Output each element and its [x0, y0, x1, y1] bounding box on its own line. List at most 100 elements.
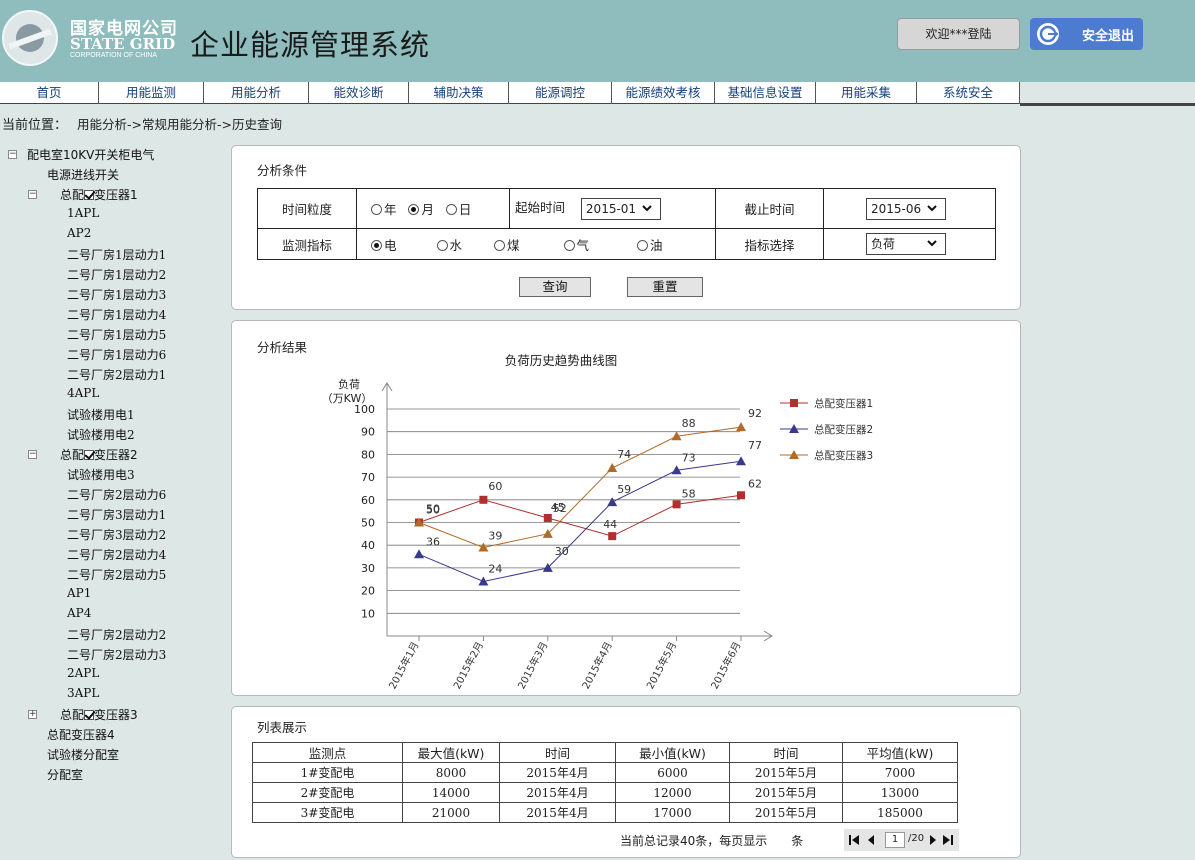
nav-energy-monitor[interactable]: 用能监测	[99, 82, 204, 104]
tree-item-root[interactable]: 配电室10KV开关柜电气	[27, 146, 154, 163]
tree-item-group2[interactable]: 总配 变压器2	[60, 446, 138, 463]
nav-decision-support[interactable]: 辅助决策	[409, 82, 509, 104]
legend-label: 总配变压器1	[814, 397, 873, 410]
data-label: 36	[426, 535, 440, 548]
table-cell: 2015年5月	[729, 762, 843, 783]
tree-item-child[interactable]: AP1	[67, 586, 91, 600]
nav-home[interactable]: 首页	[0, 82, 99, 104]
granularity-label: 时间粒度	[257, 188, 357, 229]
x-tick-label: 2015年4月	[579, 639, 615, 691]
last-page-icon[interactable]	[942, 834, 954, 846]
start-time-label: 起始时间	[515, 200, 566, 216]
tree-item-child[interactable]: 二号厂房3层动力1	[67, 506, 166, 523]
tree-item-source[interactable]: 电源进线开关	[47, 166, 119, 183]
data-point	[607, 497, 618, 507]
tree-item-child[interactable]: 二号厂房2层动力6	[67, 486, 166, 503]
tree-item-extra[interactable]: 分配室	[47, 766, 83, 783]
nav-efficiency-diagnosis[interactable]: 能效诊断	[309, 82, 409, 104]
col-header: 时间	[499, 742, 616, 763]
list-panel: 列表展示 监测点 最大值(kW) 时间 最小值(kW) 时间 平均值(kW) 1…	[231, 706, 1021, 858]
page-total: /20	[908, 833, 925, 844]
chevron-down-icon	[642, 205, 652, 212]
y-tick-label: 10	[361, 607, 375, 620]
table-cell: 14000	[402, 782, 500, 803]
nav-system-security[interactable]: 系统安全	[917, 82, 1020, 104]
radio-electricity[interactable]	[371, 239, 382, 251]
tree-item-child[interactable]: 二号厂房1层动力6	[67, 346, 166, 363]
tree-item-child[interactable]: 二号厂房1层动力2	[67, 266, 166, 283]
radio-day[interactable]	[445, 204, 457, 215]
tree-item-child[interactable]: AP2	[67, 226, 91, 240]
tree-item-child[interactable]: 试验楼用电3	[67, 466, 135, 483]
nav-performance-assessment[interactable]: 能源绩效考核	[612, 82, 715, 104]
table-cell: 185000	[842, 802, 958, 823]
main-nav: 首页 用能监测 用能分析 能效诊断 辅助决策 能源调控 能源绩效考核 基础信息设…	[0, 82, 1020, 104]
data-label: 74	[617, 448, 631, 461]
end-time-select[interactable]: 2015-06	[866, 197, 946, 220]
next-page-icon[interactable]	[928, 834, 938, 846]
tree-item-child[interactable]: 试验楼用电1	[67, 406, 135, 423]
welcome-button[interactable]: 欢迎***登陆	[897, 18, 1020, 50]
tree-item-extra[interactable]: 总配变压器4	[47, 726, 115, 743]
conditions-title: 分析条件	[257, 163, 308, 178]
tree-item-group3[interactable]: 总配 变压器3	[60, 706, 138, 723]
tree-item-child[interactable]: 4APL	[67, 386, 99, 400]
checkbox-icon[interactable]	[84, 450, 95, 460]
radio-month[interactable]	[408, 204, 420, 215]
tree-item-child[interactable]: 1APL	[67, 206, 99, 220]
tree-expand-icon[interactable]: +	[28, 710, 37, 719]
logout-button[interactable]: 安全退出	[1030, 18, 1143, 50]
tree-item-child[interactable]: 二号厂房2层动力2	[67, 626, 166, 643]
tree-item-child[interactable]: 二号厂房3层动力2	[67, 526, 166, 543]
data-point	[737, 491, 745, 500]
y-tick-label: 90	[361, 426, 375, 439]
table-row: 3#变配电 21000 2015年4月 17000 2015年5月 185000	[252, 802, 958, 823]
start-time-select[interactable]: 2015-01	[580, 197, 661, 220]
reset-button[interactable]: 重置	[627, 277, 703, 297]
first-page-icon[interactable]	[848, 834, 860, 846]
tree-item-extra[interactable]: 试验楼分配室	[47, 746, 119, 763]
tree-item-child[interactable]: 二号厂房2层动力1	[67, 366, 166, 383]
checkbox-icon[interactable]	[84, 190, 95, 200]
radio-gas[interactable]	[563, 239, 575, 251]
legend-label: 总配变压器3	[814, 449, 873, 462]
y-tick-label: 70	[361, 471, 375, 484]
radio-oil[interactable]	[637, 239, 648, 251]
tree-item-child[interactable]: AP4	[67, 606, 91, 620]
query-button[interactable]: 查询	[519, 277, 591, 297]
tree-item-child[interactable]: 二号厂房1层动力5	[67, 326, 166, 343]
tree-item-child[interactable]: 二号厂房2层动力3	[67, 646, 166, 663]
y-tick-label: 30	[361, 562, 375, 575]
tree-item-child[interactable]: 试验楼用电2	[67, 426, 135, 443]
nav-energy-analysis[interactable]: 用能分析	[204, 82, 309, 104]
nav-energy-control[interactable]: 能源调控	[509, 82, 612, 104]
nav-energy-collection[interactable]: 用能采集	[816, 82, 917, 104]
tree-item-child[interactable]: 二号厂房1层动力3	[67, 286, 166, 303]
tree-item-child[interactable]: 3APL	[67, 686, 99, 700]
indicator-cell: 负荷	[823, 228, 996, 260]
tree-item-group1[interactable]: 总配 变压器1	[60, 186, 138, 203]
tree-item-child[interactable]: 二号厂房2层动力4	[67, 546, 166, 563]
nav-basic-info-settings[interactable]: 基础信息设置	[715, 82, 816, 104]
tree-collapse-icon[interactable]: −	[8, 150, 17, 159]
tree-collapse-icon[interactable]: −	[28, 190, 37, 199]
radio-water[interactable]	[436, 239, 448, 251]
tree-item-child[interactable]: 二号厂房1层动力4	[67, 306, 166, 323]
conditions-table: 时间粒度 年 月 日 起始时间 2015-01 截止时间 2015-06 监测指…	[257, 188, 996, 260]
indicator-label: 指标选择	[715, 228, 824, 260]
tree-item-child[interactable]: 二号厂房1层动力1	[67, 246, 166, 263]
chevron-down-icon	[927, 240, 937, 247]
checkbox-icon[interactable]	[84, 710, 95, 720]
radio-coal[interactable]	[494, 239, 505, 251]
pager-controls: 1 /20	[844, 829, 959, 851]
tree-collapse-icon[interactable]: −	[28, 450, 37, 459]
tree-item-child[interactable]: 2APL	[67, 666, 99, 680]
data-point	[607, 463, 618, 473]
data-label: 50	[426, 503, 440, 516]
y-axis-label: 负荷	[338, 377, 360, 391]
indicator-select[interactable]: 负荷	[866, 233, 946, 255]
page-input[interactable]: 1	[885, 832, 905, 848]
prev-page-icon[interactable]	[866, 834, 876, 846]
radio-year[interactable]	[371, 204, 382, 215]
tree-item-child[interactable]: 二号厂房2层动力5	[67, 566, 166, 583]
